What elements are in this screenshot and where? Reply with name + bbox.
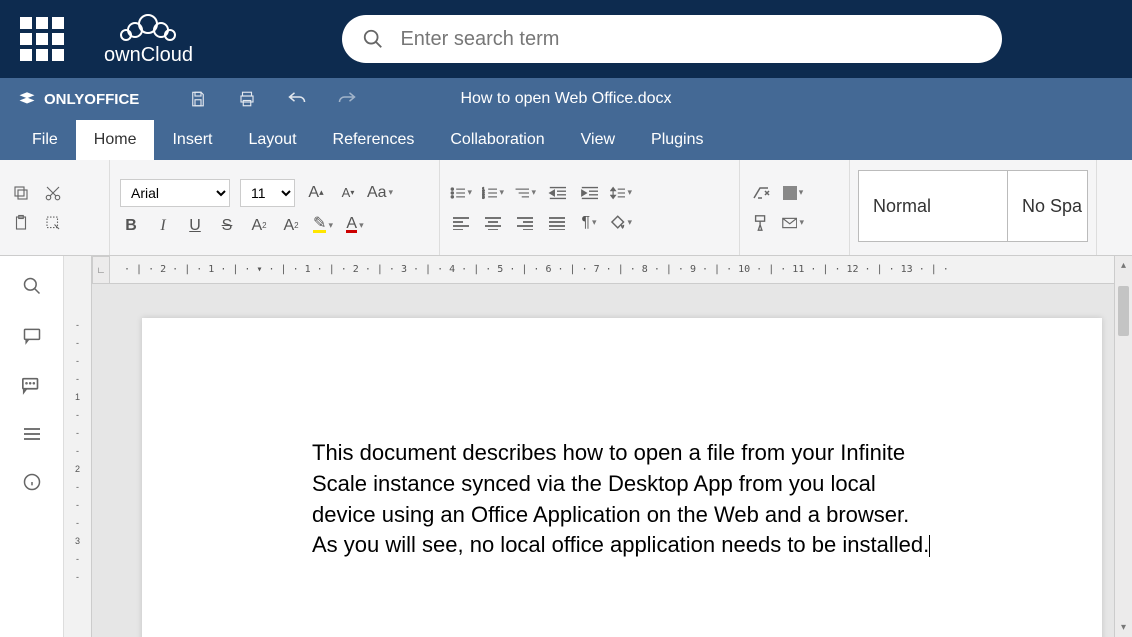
style-no-spacing[interactable]: No Spa — [1008, 170, 1088, 242]
align-left-icon[interactable] — [450, 212, 472, 234]
save-icon[interactable] — [189, 90, 207, 108]
change-case-icon[interactable]: Aa▾ — [369, 182, 391, 204]
shading-icon[interactable]: ▾ — [610, 212, 632, 234]
editor-body: ----1---2---3-- ∟ · | · 2 · | · 1 · | · … — [0, 256, 1132, 637]
document-paragraph[interactable]: This document describes how to open a fi… — [312, 438, 932, 561]
tab-references[interactable]: References — [315, 120, 433, 160]
left-rail — [0, 256, 64, 637]
chat-icon[interactable] — [21, 376, 43, 396]
copy-icon[interactable] — [10, 182, 32, 204]
tab-insert[interactable]: Insert — [154, 120, 230, 160]
owncloud-top-bar: ownCloud — [0, 0, 1132, 78]
tab-plugins[interactable]: Plugins — [633, 120, 721, 160]
editor-brand: ONLYOFFICE — [18, 90, 139, 108]
mail-merge-icon[interactable]: ▾ — [782, 212, 804, 234]
search-input[interactable] — [400, 28, 982, 51]
navigation-icon[interactable] — [22, 426, 42, 442]
style-normal[interactable]: Normal — [858, 170, 1008, 242]
ruler-corner: ∟ — [92, 256, 110, 284]
underline-icon[interactable]: U — [184, 215, 206, 237]
editor-title-bar: ONLYOFFICE How to open Web Office.docx — [0, 78, 1132, 120]
vertical-ruler: ----1---2---3-- — [64, 256, 92, 637]
ribbon-toolbar: Arial 11 A▴ A▾ Aa▾ B I U S A2 A2 ✎▾ A▾ ▾… — [0, 160, 1132, 256]
document-name: How to open Web Office.docx — [460, 90, 671, 108]
tab-home[interactable]: Home — [76, 120, 155, 160]
redo-icon[interactable] — [337, 90, 357, 108]
cloud-icon — [120, 12, 176, 42]
owncloud-brand-text: ownCloud — [104, 44, 193, 67]
subscript-icon[interactable]: A2 — [280, 215, 302, 237]
decrease-indent-icon[interactable] — [546, 182, 568, 204]
scroll-down-arrow-icon[interactable]: ▾ — [1115, 622, 1132, 633]
document-page[interactable]: This document describes how to open a fi… — [142, 318, 1102, 637]
find-icon[interactable] — [22, 276, 42, 296]
increase-indent-icon[interactable] — [578, 182, 600, 204]
undo-icon[interactable] — [287, 90, 307, 108]
tab-view[interactable]: View — [563, 120, 633, 160]
clear-formatting-icon[interactable] — [750, 182, 772, 204]
format-painter-icon[interactable] — [750, 212, 772, 234]
align-center-icon[interactable] — [482, 212, 504, 234]
svg-text:3: 3 — [482, 194, 485, 199]
editor-brand-label: ONLYOFFICE — [44, 91, 139, 108]
document-area: ∟ · | · 2 · | · 1 · | · ▾ · | · 1 · | · … — [92, 256, 1114, 637]
text-cursor — [929, 535, 930, 557]
decrease-font-icon[interactable]: A▾ — [337, 182, 359, 204]
align-justify-icon[interactable] — [546, 212, 568, 234]
numbered-list-icon[interactable]: 123▾ — [482, 182, 504, 204]
italic-icon[interactable]: I — [152, 215, 174, 237]
owncloud-logo: ownCloud — [104, 12, 193, 67]
horizontal-ruler: · | · 2 · | · 1 · | · ▾ · | · 1 · | · 2 … — [110, 256, 1114, 284]
app-launcher-icon[interactable] — [20, 17, 64, 61]
menu-tabs: File Home Insert Layout References Colla… — [0, 120, 1132, 160]
align-right-icon[interactable] — [514, 212, 536, 234]
font-family-select[interactable]: Arial — [120, 179, 230, 207]
scroll-up-arrow-icon[interactable]: ▴ — [1115, 260, 1132, 271]
superscript-icon[interactable]: A2 — [248, 215, 270, 237]
paragraph-mark-icon[interactable]: ¶▾ — [578, 212, 600, 234]
fill-color-icon[interactable]: ▾ — [782, 182, 804, 204]
scroll-thumb[interactable] — [1118, 286, 1129, 336]
paste-icon[interactable] — [10, 212, 32, 234]
font-color-icon[interactable]: A▾ — [344, 215, 366, 237]
bold-icon[interactable]: B — [120, 215, 142, 237]
vertical-scrollbar[interactable]: ▴ ▾ — [1114, 256, 1132, 637]
highlight-color-icon[interactable]: ✎▾ — [312, 215, 334, 237]
tab-file[interactable]: File — [14, 120, 76, 160]
search-box[interactable] — [342, 15, 1002, 63]
multilevel-list-icon[interactable]: ▾ — [514, 182, 536, 204]
search-icon — [362, 28, 384, 50]
tab-collaboration[interactable]: Collaboration — [432, 120, 562, 160]
line-spacing-icon[interactable]: ▾ — [610, 182, 632, 204]
select-icon[interactable] — [42, 212, 64, 234]
increase-font-icon[interactable]: A▴ — [305, 182, 327, 204]
tab-layout[interactable]: Layout — [230, 120, 314, 160]
strikethrough-icon[interactable]: S — [216, 215, 238, 237]
cut-icon[interactable] — [42, 182, 64, 204]
comments-icon[interactable] — [22, 326, 42, 346]
bullet-list-icon[interactable]: ▾ — [450, 182, 472, 204]
font-size-select[interactable]: 11 — [240, 179, 295, 207]
onlyoffice-logo-icon — [18, 90, 36, 108]
print-icon[interactable] — [237, 90, 257, 108]
about-icon[interactable] — [22, 472, 42, 492]
